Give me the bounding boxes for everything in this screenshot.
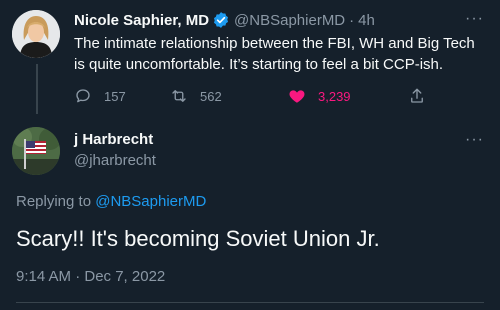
retweet-icon bbox=[172, 90, 186, 102]
reply-author-handle[interactable]: @jharbrecht bbox=[74, 152, 156, 169]
reply-tweet-text: Scary!! It's becoming Soviet Union Jr. bbox=[16, 226, 380, 251]
tweet-1-action-bar: 157 562 3,239 bbox=[74, 86, 434, 106]
reply-button[interactable]: 157 bbox=[74, 86, 126, 106]
like-count: 3,239 bbox=[318, 88, 351, 104]
author-name[interactable]: Nicole Saphier, MD bbox=[74, 12, 209, 29]
more-options-icon[interactable]: ··· bbox=[465, 131, 484, 149]
replying-to-line: Replying to @NBSaphierMD bbox=[16, 193, 206, 210]
reply-icon bbox=[76, 89, 90, 103]
heart-icon bbox=[289, 90, 305, 103]
tweet-timestamp[interactable]: 4h bbox=[358, 12, 375, 29]
reply-count: 157 bbox=[104, 88, 126, 104]
author-handle[interactable]: @NBSaphierMD bbox=[234, 12, 345, 29]
retweet-count: 562 bbox=[200, 88, 222, 104]
avatar-j-harbrecht[interactable] bbox=[12, 127, 60, 175]
verified-badge-icon bbox=[213, 12, 229, 28]
like-button[interactable]: 3,239 bbox=[288, 86, 351, 106]
share-icon bbox=[411, 88, 423, 103]
replying-to-handle-link[interactable]: @NBSaphierMD bbox=[95, 193, 206, 210]
retweet-button[interactable]: 562 bbox=[170, 86, 222, 106]
more-options-icon[interactable]: ··· bbox=[465, 10, 484, 28]
replying-to-prefix: Replying to bbox=[16, 193, 92, 210]
thread-connector-line bbox=[36, 64, 38, 114]
tweet-1-text: The intimate relationship between the FB… bbox=[74, 35, 475, 73]
divider bbox=[16, 302, 484, 303]
separator-dot: · bbox=[349, 11, 355, 29]
tweet-1-header: Nicole Saphier, MD @NBSaphierMD · 4h bbox=[74, 10, 375, 30]
reply-timestamp[interactable]: 9:14 AM · Dec 7, 2022 bbox=[16, 268, 165, 285]
avatar-nicole-saphier[interactable] bbox=[12, 10, 60, 58]
reply-author-name[interactable]: j Harbrecht bbox=[74, 131, 153, 148]
share-button[interactable] bbox=[408, 86, 426, 106]
